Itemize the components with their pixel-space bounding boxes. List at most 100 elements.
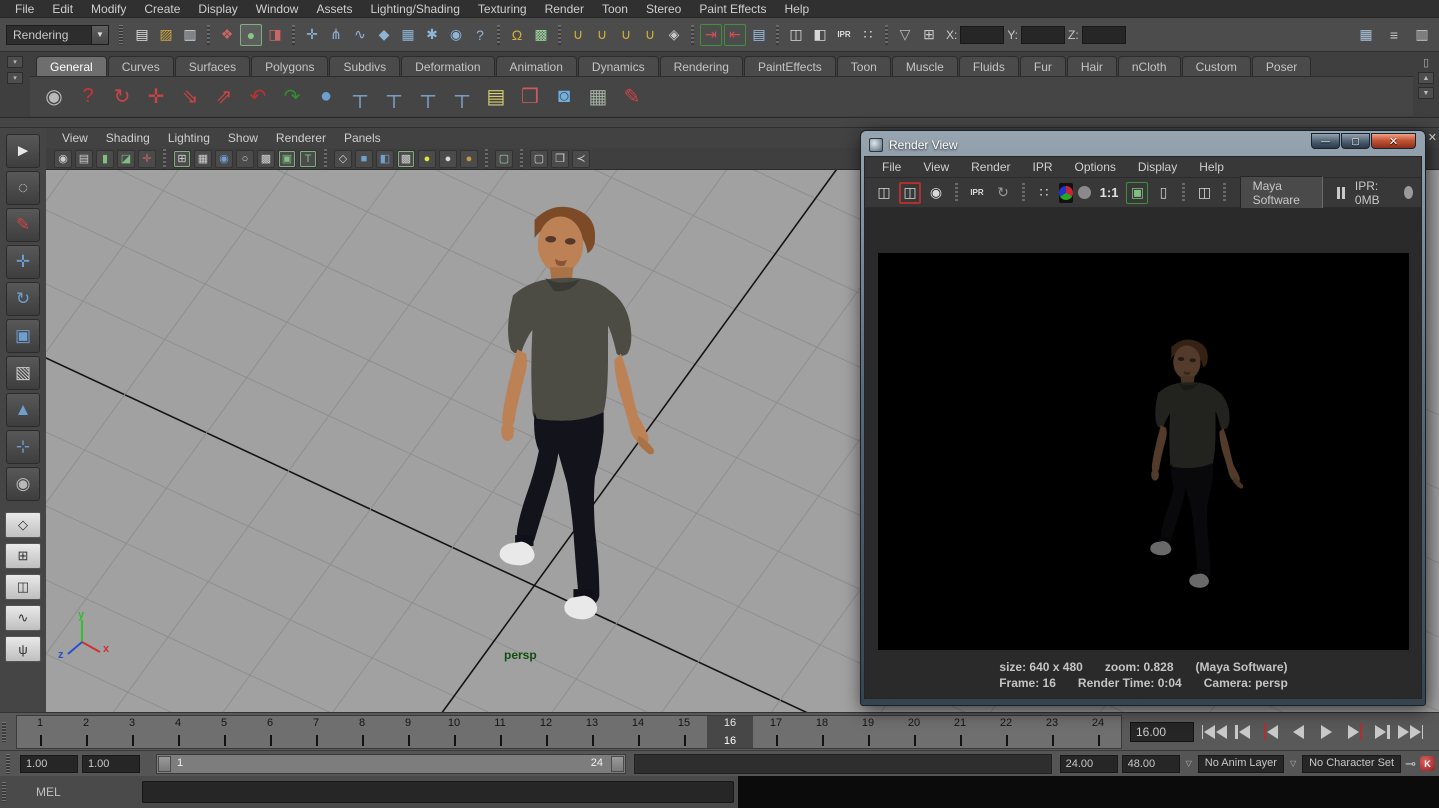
pause-ipr-icon[interactable] (1337, 187, 1345, 199)
menu-paint-effects[interactable]: Paint Effects (690, 1, 775, 17)
select-mask-dynamics-icon[interactable]: ✱ (421, 24, 443, 46)
renderer-selector[interactable]: Maya Software (1240, 176, 1323, 210)
render-view-menu-options[interactable]: Options (1066, 159, 1125, 175)
highlight-selection-icon[interactable]: ▩ (530, 24, 552, 46)
menu-assets[interactable]: Assets (307, 1, 361, 17)
render-view-menu-view[interactable]: View (914, 159, 958, 175)
x-input[interactable] (960, 26, 1004, 44)
layout-persp-graph[interactable]: ∿ (5, 605, 41, 631)
timeline-frame-7[interactable]: 7 (293, 716, 339, 748)
timeline-frame-10[interactable]: 10 (431, 716, 477, 748)
camera-attributes-icon[interactable]: ▤ (75, 150, 93, 168)
paint-select-tool[interactable]: ✎ (6, 208, 40, 242)
set-key-icon[interactable]: ⊸ (1405, 756, 1416, 772)
timeline-frame-13[interactable]: 13 (569, 716, 615, 748)
layout-single-persp[interactable]: ◇ (5, 512, 41, 538)
timeline-frame-3[interactable]: 3 (109, 716, 155, 748)
keep-image-button[interactable]: ◫ (1193, 182, 1215, 204)
resolution-gate-icon[interactable]: ◉ (215, 150, 233, 168)
shelf-scroll-down-icon[interactable]: ▼ (1418, 87, 1434, 99)
refresh-ipr-button[interactable]: ↻ (992, 182, 1014, 204)
shelf-tab-subdivs[interactable]: Subdivs (329, 56, 400, 76)
render-current-frame-icon[interactable]: ◧ (809, 24, 831, 46)
wireframe-icon[interactable]: ◇ (334, 150, 352, 168)
smooth-shade-icon[interactable]: ■ (355, 150, 373, 168)
shelf-tab-fluids[interactable]: Fluids (959, 56, 1019, 76)
shelf-help-icon[interactable]: ? (74, 83, 102, 111)
rgb-channels-icon[interactable] (1059, 183, 1073, 203)
absolute-transform-icon[interactable]: ⊞ (918, 24, 940, 46)
xray-icon[interactable]: ▢ (530, 150, 548, 168)
select-mask-handles-icon[interactable]: ✛ (301, 24, 323, 46)
shelf-tab-general[interactable]: General (36, 56, 107, 76)
image-plane-icon[interactable]: ◪ (117, 150, 135, 168)
select-camera-icon[interactable]: ◉ (54, 150, 72, 168)
shelf-hypergraph-updown-icon[interactable]: ┬ (414, 83, 442, 111)
ipr-render-icon[interactable]: IPR (833, 24, 855, 46)
range-start-handle[interactable] (158, 756, 171, 772)
shelf-tab-toon[interactable]: Toon (837, 56, 891, 76)
shelf-trash-icon[interactable]: ▯ (1423, 56, 1429, 69)
z-input[interactable] (1082, 26, 1126, 44)
timeline-frame-2[interactable]: 2 (63, 716, 109, 748)
scale-tool[interactable]: ▣ (6, 319, 40, 353)
range-grip[interactable] (6, 754, 10, 774)
character-model[interactable] (500, 207, 654, 620)
channel-box-icon[interactable]: ▥ (1411, 24, 1433, 46)
ipr-region-button[interactable]: ∷ (1033, 182, 1055, 204)
close-button[interactable]: ✕ (1371, 133, 1416, 149)
snapshot-button[interactable]: ◉ (925, 182, 947, 204)
safe-title-icon[interactable]: T (299, 150, 317, 168)
shelf-menu-arrow-icon[interactable]: ▾ (7, 56, 23, 68)
go-to-end-button[interactable] (1398, 721, 1423, 743)
panel-menu-shading[interactable]: Shading (98, 130, 158, 146)
panel-menu-show[interactable]: Show (220, 130, 266, 146)
select-tool[interactable]: ► (6, 134, 40, 168)
shelf-camera-dolly-icon[interactable]: ⇘ (176, 83, 204, 111)
menu-edit[interactable]: Edit (43, 1, 82, 17)
menu-modify[interactable]: Modify (82, 1, 135, 17)
timeline-frame-19[interactable]: 19 (845, 716, 891, 748)
shelf-node-editor-icon[interactable]: ▤ (482, 83, 510, 111)
open-render-view-icon[interactable]: ◫ (785, 24, 807, 46)
range-end-handle[interactable] (611, 756, 624, 772)
shelf-polycube-icon[interactable]: ▦ (584, 83, 612, 111)
shelf-render-reel-icon[interactable]: ◉ (40, 83, 68, 111)
render-view-menu-display[interactable]: Display (1129, 159, 1186, 175)
open-scene-icon[interactable]: ▨ (155, 24, 177, 46)
menu-render[interactable]: Render (536, 1, 593, 17)
snap-to-points-icon[interactable]: ∪ (615, 24, 637, 46)
rendered-image[interactable] (878, 253, 1409, 650)
render-button[interactable]: ◫ (873, 182, 895, 204)
film-gate-icon[interactable]: ▦ (194, 150, 212, 168)
isolate-select-icon[interactable]: ▢ (495, 150, 513, 168)
shelf-tab-curves[interactable]: Curves (108, 56, 174, 76)
panel-menu-view[interactable]: View (54, 130, 96, 146)
new-scene-icon[interactable]: ▤ (131, 24, 153, 46)
shelf-undo-icon[interactable]: ↶ (244, 83, 272, 111)
menu-toon[interactable]: Toon (593, 1, 637, 17)
shelf-hypergraph-hierarchy-icon[interactable]: ┬ (346, 83, 374, 111)
previous-key-button[interactable] (1230, 721, 1255, 743)
tool-settings-icon[interactable]: ≡ (1383, 24, 1405, 46)
last-tool-used[interactable]: ◉ (6, 467, 40, 501)
input-connections-icon[interactable]: ⇥ (700, 24, 722, 46)
timeline-frame-9[interactable]: 9 (385, 716, 431, 748)
remove-image-button[interactable]: ▯ (1152, 182, 1174, 204)
ipr-render-button[interactable]: IPR (966, 182, 988, 204)
shelf-delete-unused-icon[interactable]: ● (312, 83, 340, 111)
command-line-grip[interactable] (2, 782, 6, 802)
transform-dropdown-icon[interactable]: ▽ (894, 24, 916, 46)
pane-close-icon[interactable]: ✕ (1428, 131, 1437, 144)
chevron-down-icon[interactable]: ▽ (1288, 759, 1298, 768)
minimize-button[interactable]: — (1311, 133, 1340, 149)
shelf-tab-hair[interactable]: Hair (1067, 56, 1117, 76)
next-key-button[interactable] (1370, 721, 1395, 743)
menu-file[interactable]: File (6, 1, 43, 17)
shelf-tab-painteffects[interactable]: PaintEffects (744, 56, 836, 76)
y-input[interactable] (1021, 26, 1065, 44)
timeline-frame-11[interactable]: 11 (477, 716, 523, 748)
timeline-ruler[interactable]: 1234567891011121314151616171819202122232… (16, 715, 1122, 749)
shelf-tab-animation[interactable]: Animation (496, 56, 577, 76)
chevron-down-icon[interactable]: ▽ (1184, 759, 1194, 768)
